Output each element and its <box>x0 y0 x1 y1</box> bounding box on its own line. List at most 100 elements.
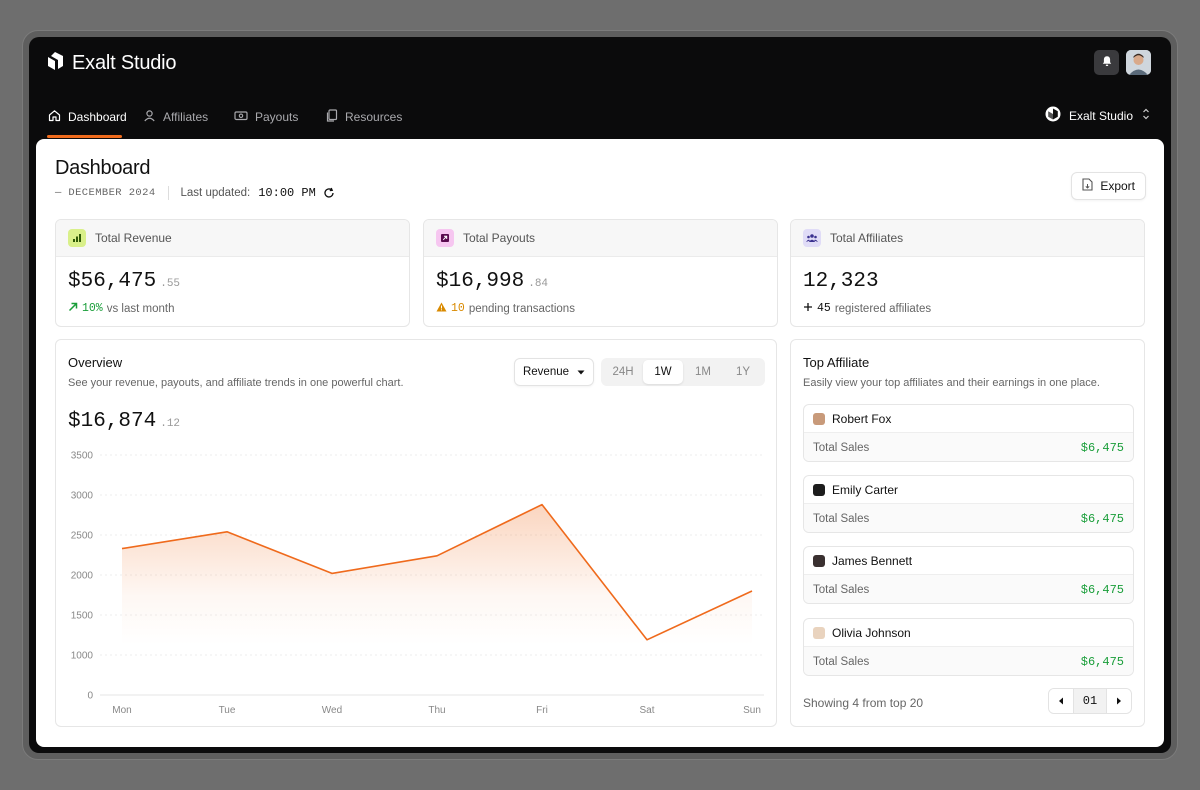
bar-chart-icon <box>68 229 86 247</box>
x-tick-label: Fri <box>536 705 548 716</box>
nav-affiliates[interactable]: Affiliates <box>143 106 208 128</box>
stat-card-payouts: Total Payouts $16,998.84 10 pending tran… <box>423 219 778 327</box>
y-tick-label: 0 <box>87 691 93 702</box>
affiliate-card[interactable]: Robert Fox Total Sales $6,475 <box>803 404 1134 462</box>
overview-title: Overview <box>68 355 123 370</box>
affiliate-card[interactable]: James Bennett Total Sales $6,475 <box>803 546 1134 604</box>
affiliate-sales-row: Total Sales $6,475 <box>804 433 1133 461</box>
page-subline: — DECEMBER 2024 Last updated: 10:00 PM <box>55 186 335 200</box>
stat-title: Total Payouts <box>463 231 536 245</box>
stat-card-header: Total Affiliates <box>791 220 1144 257</box>
range-toggle: 24H 1W 1M 1Y <box>601 358 765 386</box>
brand[interactable]: Exalt Studio <box>47 51 177 76</box>
affiliate-header: Robert Fox <box>804 405 1133 433</box>
y-tick-label: 1500 <box>71 611 94 622</box>
top-affiliate-title: Top Affiliate <box>803 355 870 370</box>
sales-amount: $6,475 <box>1080 582 1124 597</box>
chevron-left-icon <box>1058 692 1064 710</box>
affiliate-name: James Bennett <box>832 553 913 568</box>
range-1m[interactable]: 1M <box>683 360 723 384</box>
page-title: Dashboard <box>55 157 151 179</box>
sales-amount: $6,475 <box>1080 440 1124 455</box>
overview-description: See your revenue, payouts, and affiliate… <box>68 377 404 389</box>
home-icon <box>48 109 61 125</box>
notifications-button[interactable] <box>1094 50 1119 75</box>
nav-label: Payouts <box>255 110 299 124</box>
top-actions <box>1094 50 1151 75</box>
sales-amount: $6,475 <box>1080 511 1124 526</box>
affiliate-sales-row: Total Sales $6,475 <box>804 575 1133 603</box>
range-1y[interactable]: 1Y <box>723 360 763 384</box>
sales-amount: $6,475 <box>1080 654 1124 669</box>
pagination-summary: Showing 4 from top 20 <box>803 696 924 710</box>
overview-value: $16,874.12 <box>68 410 181 433</box>
stat-footer: 10% vs last month <box>68 302 174 315</box>
affiliate-header: James Bennett <box>804 547 1133 575</box>
updated-time: 10:00 PM <box>258 186 316 200</box>
stat-card-header: Total Revenue <box>56 220 409 257</box>
chevron-right-icon <box>1116 692 1122 710</box>
range-1w[interactable]: 1W <box>643 360 683 384</box>
stat-foot-text: registered affiliates <box>834 302 932 315</box>
nav-label: Affiliates <box>163 110 209 124</box>
arrow-out-icon <box>436 229 454 247</box>
avatar <box>813 626 825 639</box>
stat-cents: .84 <box>528 278 549 290</box>
y-tick-label: 2500 <box>71 531 94 542</box>
pagination: 01 <box>1048 688 1132 714</box>
nav-dashboard[interactable]: Dashboard <box>48 106 127 128</box>
x-tick-label: Wed <box>322 705 342 716</box>
updated-label: Last updated: <box>180 187 251 199</box>
workspace-name: Exalt Studio <box>1068 108 1133 123</box>
nav-resources[interactable]: Resources <box>326 106 402 128</box>
x-tick-label: Sun <box>743 705 761 716</box>
affiliate-card[interactable]: Emily Carter Total Sales $6,475 <box>803 475 1134 533</box>
stat-card-header: Total Payouts <box>424 220 777 257</box>
stat-card-revenue: Total Revenue $56,475.55 10% vs last mon… <box>55 219 410 327</box>
nav-label: Resources <box>345 110 403 124</box>
stat-footer: 10 pending transactions <box>436 302 575 315</box>
prev-page-button[interactable] <box>1049 689 1073 713</box>
top-affiliate-description: Easily view your top affiliates and thei… <box>803 377 1100 389</box>
user-icon <box>143 109 156 125</box>
banknote-icon <box>234 109 248 125</box>
affiliate-name: Olivia Johnson <box>832 625 911 640</box>
user-avatar[interactable] <box>1126 50 1151 75</box>
affiliate-sales-row: Total Sales $6,475 <box>804 647 1133 675</box>
nav-payouts[interactable]: Payouts <box>234 106 298 128</box>
sales-label: Total Sales <box>813 441 870 454</box>
sales-label: Total Sales <box>813 655 870 668</box>
caret-down-icon <box>577 366 585 378</box>
trend-up-icon <box>68 302 78 315</box>
y-tick-label: 2000 <box>71 571 94 582</box>
file-export-icon <box>1082 178 1093 194</box>
stat-title: Total Revenue <box>95 231 172 245</box>
stat-value: 12,323 <box>803 270 879 293</box>
affiliate-card[interactable]: Olivia Johnson Total Sales $6,475 <box>803 618 1134 676</box>
affiliate-header: Emily Carter <box>804 476 1133 504</box>
stat-foot-text: vs last month <box>106 302 175 315</box>
y-tick-label: 3500 <box>71 451 94 462</box>
affiliate-sales-row: Total Sales $6,475 <box>804 504 1133 532</box>
workspace-switcher[interactable]: Exalt Studio <box>1045 106 1151 125</box>
chevron-up-down-icon <box>1141 107 1151 124</box>
stat-delta: 10 <box>451 302 465 315</box>
warning-icon <box>436 302 447 315</box>
overview-card: Overview See your revenue, payouts, and … <box>55 339 777 727</box>
bell-icon <box>1101 54 1113 72</box>
sales-label: Total Sales <box>813 512 870 525</box>
export-button[interactable]: Export <box>1071 172 1146 200</box>
divider <box>167 186 169 200</box>
metric-select[interactable]: Revenue <box>514 358 594 386</box>
stat-card-affiliates: Total Affiliates 12,323 45 registered af… <box>790 219 1145 327</box>
y-tick-label: 3000 <box>71 491 94 502</box>
next-page-button[interactable] <box>1107 689 1131 713</box>
range-24h[interactable]: 24H <box>603 360 643 384</box>
x-tick-label: Mon <box>112 705 131 716</box>
revenue-chart: 0 1000 1500 2000 2500 3000 3500 Mon Tue Wed Thu Fr… <box>71 451 764 716</box>
overview-cents: .12 <box>160 418 181 430</box>
refresh-icon[interactable] <box>323 187 335 199</box>
stat-value: $56,475.55 <box>68 270 181 293</box>
stat-delta: 10% <box>82 302 103 315</box>
nav-label: Dashboard <box>68 110 127 124</box>
